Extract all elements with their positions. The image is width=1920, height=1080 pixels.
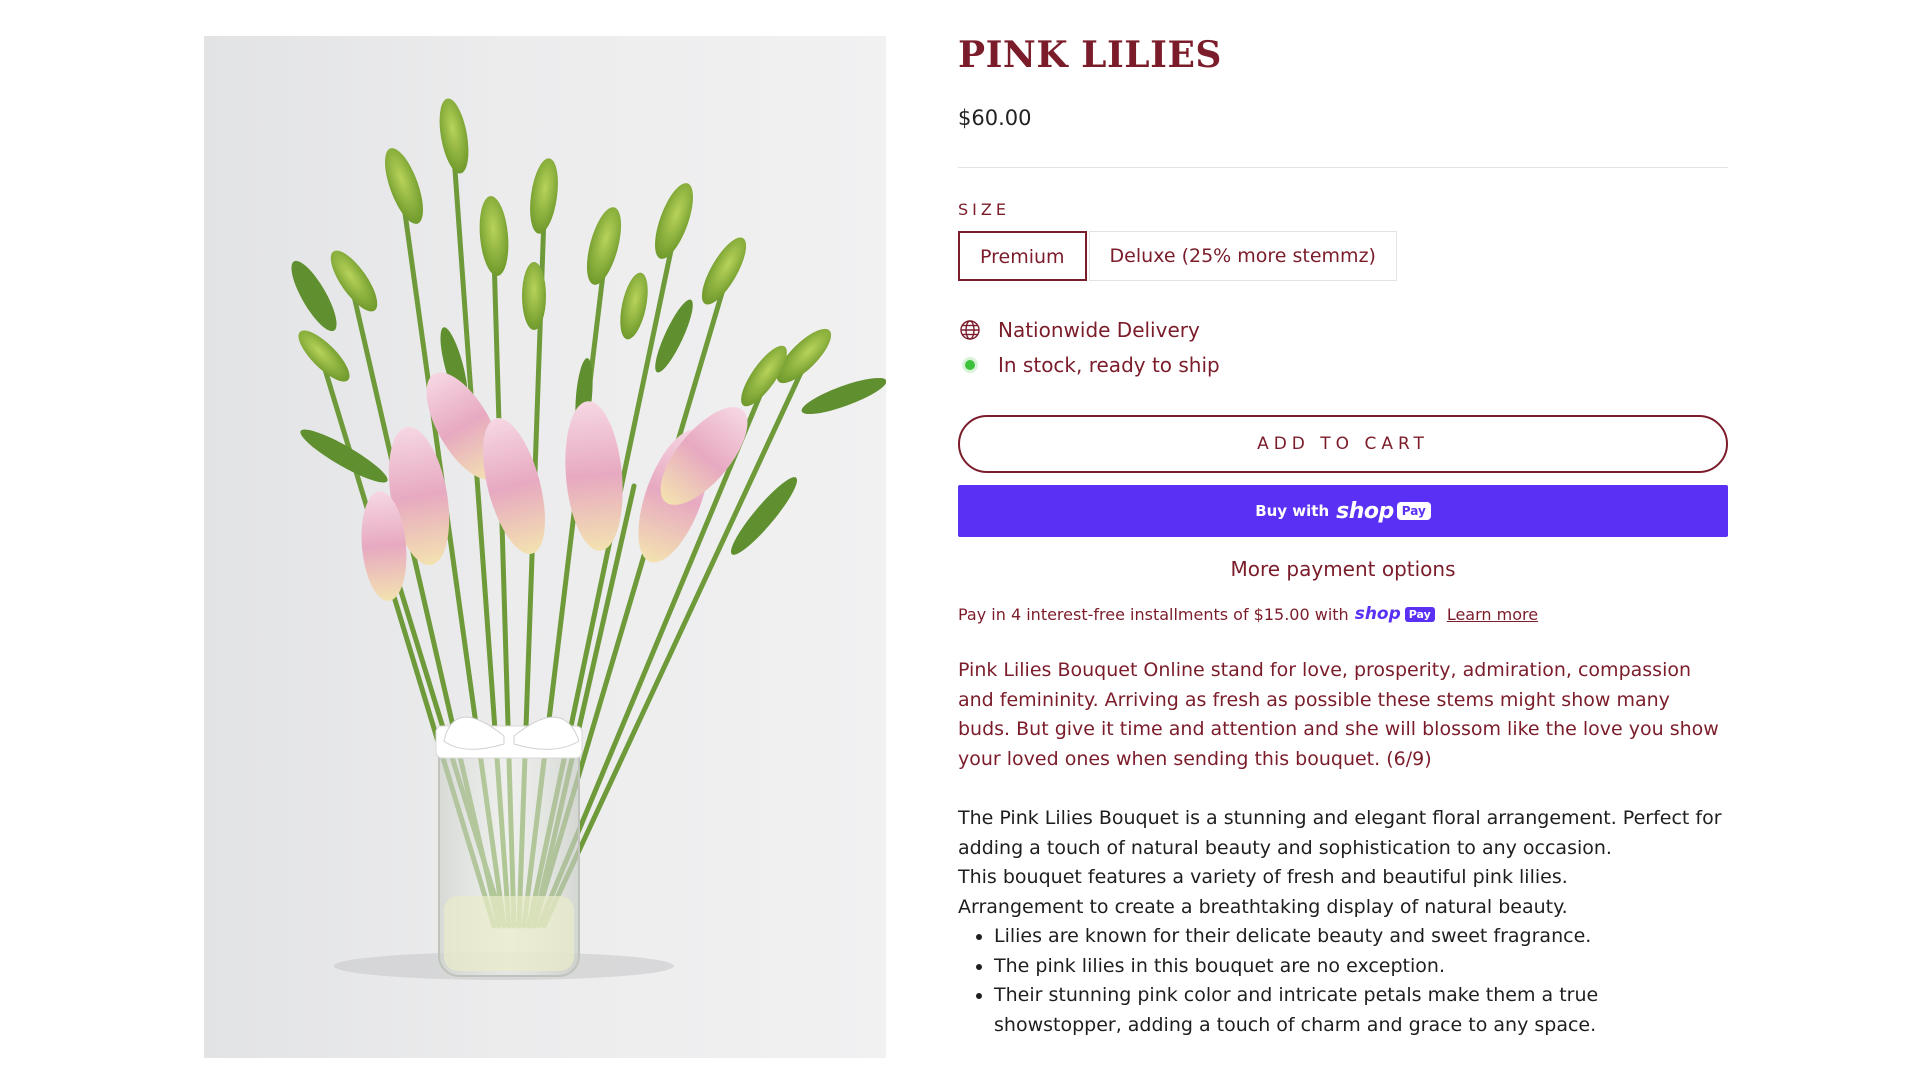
description-intro: Pink Lilies Bouquet Online stand for lov…	[958, 659, 1719, 770]
stock-info: In stock, ready to ship	[958, 353, 1220, 377]
delivery-text: Nationwide Delivery	[998, 318, 1200, 342]
learn-more-link[interactable]: Learn more	[1447, 605, 1538, 624]
product-title: PINK LILIES	[958, 34, 1222, 76]
globe-icon	[958, 318, 982, 342]
installments-shop-logo: shop	[1354, 604, 1401, 624]
installments-pay-badge: Pay	[1404, 606, 1435, 622]
lily-bouquet-illustration	[291, 98, 886, 980]
description-bullets: Lilies are known for their delicate beau…	[958, 922, 1728, 1040]
product-price: $60.00	[958, 106, 1032, 130]
in-stock-dot-icon	[965, 360, 975, 370]
description-paragraph: This bouquet features a variety of fresh…	[958, 866, 1568, 888]
size-label: SIZE	[958, 200, 1010, 219]
bullet-item: The pink lilies in this bouquet are no e…	[994, 952, 1728, 982]
installments-text: Pay in 4 interest-free installments of $…	[958, 604, 1349, 624]
shop-pay-badge: Pay	[1396, 502, 1431, 520]
add-to-cart-button[interactable]: ADD TO CART	[958, 415, 1728, 473]
divider	[958, 167, 1728, 168]
description-body: The Pink Lilies Bouquet is a stunning an…	[958, 804, 1728, 1040]
shop-pay-prefix: Buy with	[1255, 502, 1330, 520]
stock-text: In stock, ready to ship	[998, 353, 1220, 377]
shop-pay-button[interactable]: Buy with shop Pay	[958, 485, 1728, 537]
shop-pay-logo: shop	[1336, 498, 1394, 524]
more-payment-options-link[interactable]: More payment options	[958, 557, 1728, 581]
size-option-premium[interactable]: Premium	[958, 231, 1087, 281]
bullet-item: Their stunning pink color and intricate …	[994, 981, 1728, 1040]
product-image[interactable]	[204, 36, 886, 1058]
bullet-item: Lilies are known for their delicate beau…	[994, 922, 1728, 952]
size-option-deluxe[interactable]: Deluxe (25% more stemmz)	[1088, 231, 1397, 281]
installments-info: Pay in 4 interest-free installments of $…	[958, 604, 1538, 624]
stock-indicator	[958, 353, 982, 377]
description-paragraph: The Pink Lilies Bouquet is a stunning an…	[958, 807, 1722, 859]
delivery-info: Nationwide Delivery	[958, 318, 1200, 342]
description-paragraph: Arrangement to create a breathtaking dis…	[958, 895, 1568, 918]
size-options: Premium Deluxe (25% more stemmz)	[958, 231, 1397, 281]
product-page: PINK LILIES $60.00 SIZE Premium Deluxe (…	[0, 0, 1920, 1080]
